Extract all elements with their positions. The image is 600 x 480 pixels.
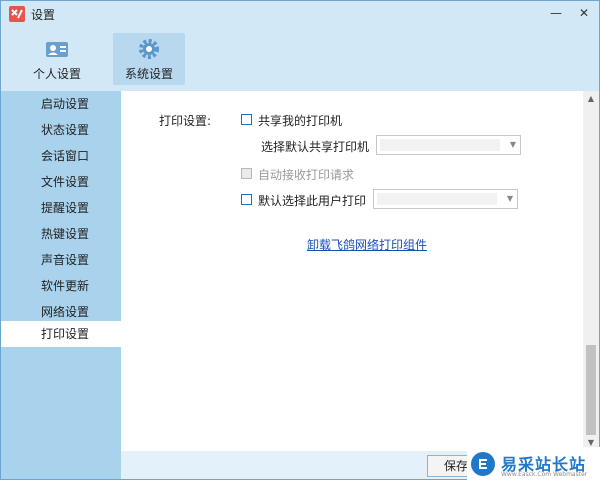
sidebar-item-print[interactable]: 打印设置 — [1, 321, 121, 347]
top-toolbar: 个人设置 系统设置 — [1, 27, 599, 91]
default-share-printer-label: 选择默认共享打印机 — [261, 140, 370, 154]
tab-system-settings[interactable]: 系统设置 — [113, 33, 185, 85]
uninstall-print-component-link[interactable]: 卸载飞鸽网络打印组件 — [307, 236, 427, 253]
minimize-icon: — — [550, 6, 562, 20]
tab-label: 系统设置 — [124, 67, 173, 81]
default-user-print-dropdown[interactable]: ▼ — [373, 189, 518, 209]
content-scrollbar[interactable]: ▲ ▼ — [583, 91, 599, 451]
app-logo-icon — [9, 6, 25, 22]
close-icon: ✕ — [578, 6, 590, 20]
sidebar-item-sound[interactable]: 声音设置 — [1, 247, 121, 273]
default-share-printer-dropdown[interactable]: ▼ — [376, 135, 521, 155]
auto-accept-label: 自动接收打印请求 — [258, 168, 355, 182]
default-user-print-label: 默认选择此用户打印 — [258, 194, 367, 208]
close-button[interactable]: ✕ — [573, 3, 595, 23]
dropdown-value — [377, 193, 497, 205]
print-section-label: 打印设置: — [159, 114, 212, 128]
share-printer-label: 共享我的打印机 — [258, 114, 343, 128]
print-settings-panel: 打印设置: 共享我的打印机 选择默认共享打印机 ▼ 自动接收打印请求 默认选择此… — [121, 91, 599, 451]
share-printer-checkbox[interactable] — [241, 114, 252, 125]
sidebar-item-file[interactable]: 文件设置 — [1, 169, 121, 195]
window-title: 设置 — [31, 8, 56, 22]
auto-accept-checkbox — [241, 168, 252, 179]
sidebar-item-chat-window[interactable]: 会话窗口 — [1, 143, 121, 169]
minimize-button[interactable]: — — [545, 3, 567, 23]
dropdown-value — [380, 139, 500, 151]
tab-personal-settings[interactable]: 个人设置 — [21, 33, 93, 85]
chevron-down-icon: ▼ — [509, 140, 516, 149]
sidebar-item-reminder[interactable]: 提醒设置 — [1, 195, 121, 221]
site-watermark: 易采站长站 Www.Easck.Com Webmaster — [467, 447, 600, 480]
settings-sidebar: 启动设置 状态设置 会话窗口 文件设置 提醒设置 热键设置 声音设置 软件更新 … — [1, 91, 121, 479]
sidebar-item-startup[interactable]: 启动设置 — [1, 91, 121, 117]
settings-window: 设置 — ✕ 个人设置 系统设置 启动设置 状态设置 会话窗口 文件设置 提醒设… — [0, 0, 600, 480]
watermark-subtitle: Www.Easck.Com Webmaster — [501, 471, 588, 478]
sidebar-item-hotkey[interactable]: 热键设置 — [1, 221, 121, 247]
sidebar-item-update[interactable]: 软件更新 — [1, 273, 121, 299]
default-user-print-checkbox[interactable] — [241, 194, 252, 205]
sidebar-item-status[interactable]: 状态设置 — [1, 117, 121, 143]
scroll-thumb[interactable] — [586, 345, 596, 435]
scroll-up-icon[interactable]: ▲ — [583, 91, 599, 107]
title-bar[interactable]: 设置 — ✕ — [1, 1, 599, 27]
chevron-down-icon: ▼ — [506, 194, 513, 203]
tab-label: 个人设置 — [32, 67, 81, 81]
gear-icon — [137, 37, 161, 61]
watermark-logo-icon — [471, 452, 495, 476]
contact-card-icon — [45, 37, 69, 61]
